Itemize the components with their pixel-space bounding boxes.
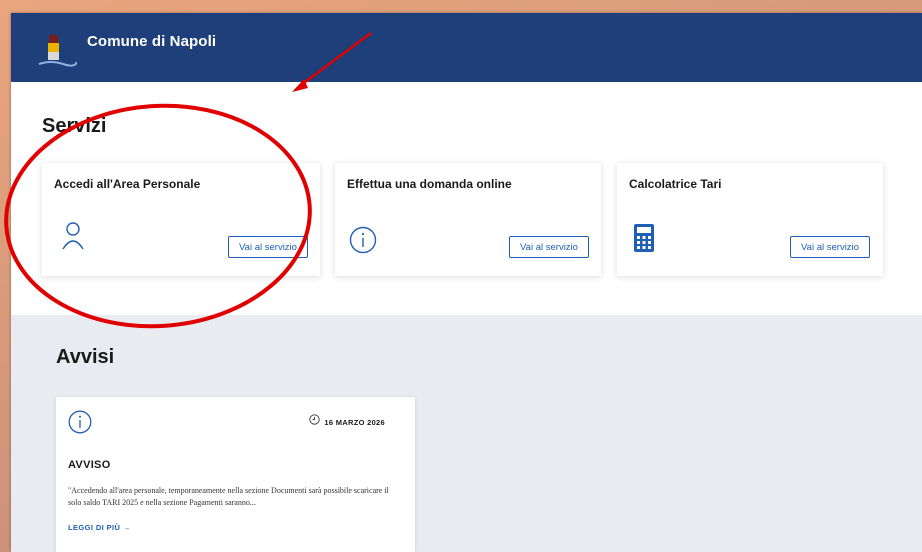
site-header: Comune di Napoli <box>11 13 922 82</box>
notice-card[interactable]: 16 MARZO 2026 AVVISO "Accedendo all'area… <box>56 397 415 552</box>
services-title: Servizi <box>42 115 107 137</box>
card-title: Effettua una domanda online <box>347 177 512 191</box>
service-button[interactable]: Vai al servizio <box>509 236 589 258</box>
notices-section: Avvisi 16 MARZO 2026 AVVISO "Accedendo a… <box>11 315 922 552</box>
service-button[interactable]: Vai al servizio <box>228 236 308 258</box>
notices-title: Avvisi <box>56 346 115 368</box>
calculator-icon <box>634 224 654 252</box>
comune-logo-icon[interactable] <box>37 33 77 71</box>
notice-title: AVVISO <box>68 459 111 471</box>
info-icon <box>349 226 377 254</box>
services-section: Servizi Accedi all'Area Personale Vai al… <box>11 82 922 315</box>
service-card-domanda-online[interactable]: Effettua una domanda online Vai al servi… <box>335 163 601 276</box>
card-title: Calcolatrice Tari <box>629 177 722 191</box>
card-title: Accedi all'Area Personale <box>54 177 201 191</box>
user-icon <box>62 222 84 250</box>
service-card-calcolatrice-tari[interactable]: Calcolatrice Tari Vai al servizio <box>617 163 883 276</box>
browser-window: Comune di Napoli Servizi Accedi all'Area… <box>11 13 922 552</box>
service-button[interactable]: Vai al servizio <box>790 236 870 258</box>
notice-date: 16 MARZO 2026 <box>324 418 385 427</box>
service-card-area-personale[interactable]: Accedi all'Area Personale Vai al servizi… <box>42 163 320 276</box>
site-name[interactable]: Comune di Napoli <box>87 33 216 50</box>
clock-icon <box>309 414 320 425</box>
read-more-link[interactable]: LEGGI DI PIÙ → <box>68 523 131 532</box>
info-icon <box>68 410 92 434</box>
notice-body: "Accedendo all'area personale, temporane… <box>68 486 389 507</box>
